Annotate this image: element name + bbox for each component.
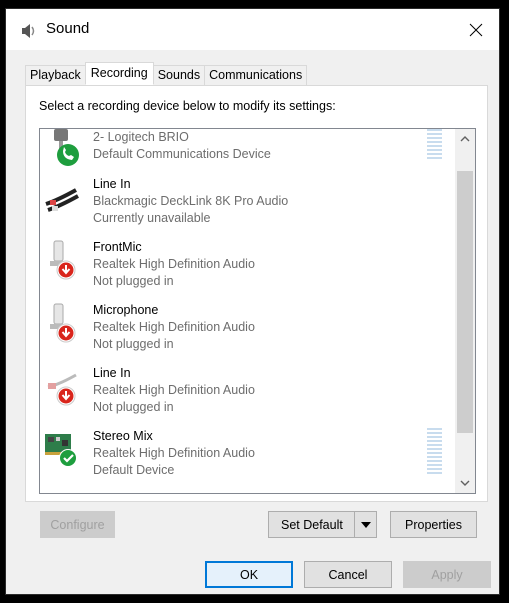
level-meter [427,129,442,161]
close-button[interactable] [453,9,499,50]
ok-button[interactable]: OK [205,561,293,588]
close-icon [469,23,483,36]
level-meter [427,428,442,476]
phone-badge-icon [57,144,79,166]
sound-dialog: Sound Playback Recording Sounds Communic… [5,8,500,595]
default-check-badge-icon [60,450,76,466]
device-status: Not plugged in [93,274,174,288]
speaker-icon [22,24,35,38]
set-default-button[interactable]: Set Default [268,511,377,538]
microphone-jack-icon [50,303,76,343]
list-item[interactable]: Microphone Realtek High Definition Audio… [40,300,456,362]
scroll-down-button[interactable] [455,473,475,493]
scroll-thumb[interactable] [457,171,473,433]
device-status: Not plugged in [93,337,174,351]
vertical-scrollbar[interactable] [455,129,475,493]
device-name: FrontMic [93,240,142,254]
list-item[interactable]: Line In Blackmagic DeckLink 8K Pro Audio… [40,174,456,236]
properties-button[interactable]: Properties [390,511,477,538]
webcam-icon [54,129,79,166]
device-status: Currently unavailable [93,211,211,225]
chevron-down-icon [460,480,470,486]
device-description: Blackmagic DeckLink 8K Pro Audio [93,194,289,208]
tab-sounds[interactable]: Sounds [152,65,206,85]
device-description: Realtek High Definition Audio [93,320,255,334]
list-item[interactable]: Stereo Mix Realtek High Definition Audio… [40,426,456,488]
device-name: 2- Logitech BRIO [93,130,189,144]
dropdown-arrow-icon [360,521,371,528]
device-description: Realtek High Definition Audio [93,383,255,397]
device-name: Line In [93,177,131,191]
microphone-jack-icon [50,240,76,280]
device-list[interactable]: 2- Logitech BRIO Default Communications … [39,128,476,494]
window-title: Sound [46,20,90,37]
sound-card-icon [45,434,77,467]
rca-cable-icon [45,188,79,212]
list-item[interactable]: Line In Realtek High Definition Audio No… [40,363,456,425]
set-default-label: Set Default [281,517,343,532]
scroll-up-button[interactable] [455,129,475,149]
line-in-cable-icon [47,373,77,406]
device-name: Stereo Mix [93,429,153,443]
tab-communications[interactable]: Communications [204,65,308,85]
device-description: Realtek High Definition Audio [93,257,255,271]
configure-button[interactable]: Configure [40,511,115,538]
device-status: Not plugged in [93,400,174,414]
device-name: Line In [93,366,131,380]
tab-strip: Playback Recording Sounds Communications [25,62,308,85]
chevron-up-icon [460,136,470,142]
set-default-dropdown[interactable] [354,512,376,537]
device-status: Default Device [93,463,175,477]
apply-button[interactable]: Apply [403,561,491,588]
title-bar[interactable]: Sound [6,9,499,50]
instruction-text: Select a recording device below to modif… [39,99,336,113]
device-description: Realtek High Definition Audio [93,446,255,460]
tab-playback[interactable]: Playback [25,65,86,85]
list-item[interactable]: FrontMic Realtek High Definition Audio N… [40,237,456,299]
recording-panel: Select a recording device below to modif… [25,85,488,502]
device-name: Microphone [93,303,159,317]
device-description: Default Communications Device [93,147,271,161]
tab-recording[interactable]: Recording [84,62,154,85]
cancel-button[interactable]: Cancel [304,561,392,588]
